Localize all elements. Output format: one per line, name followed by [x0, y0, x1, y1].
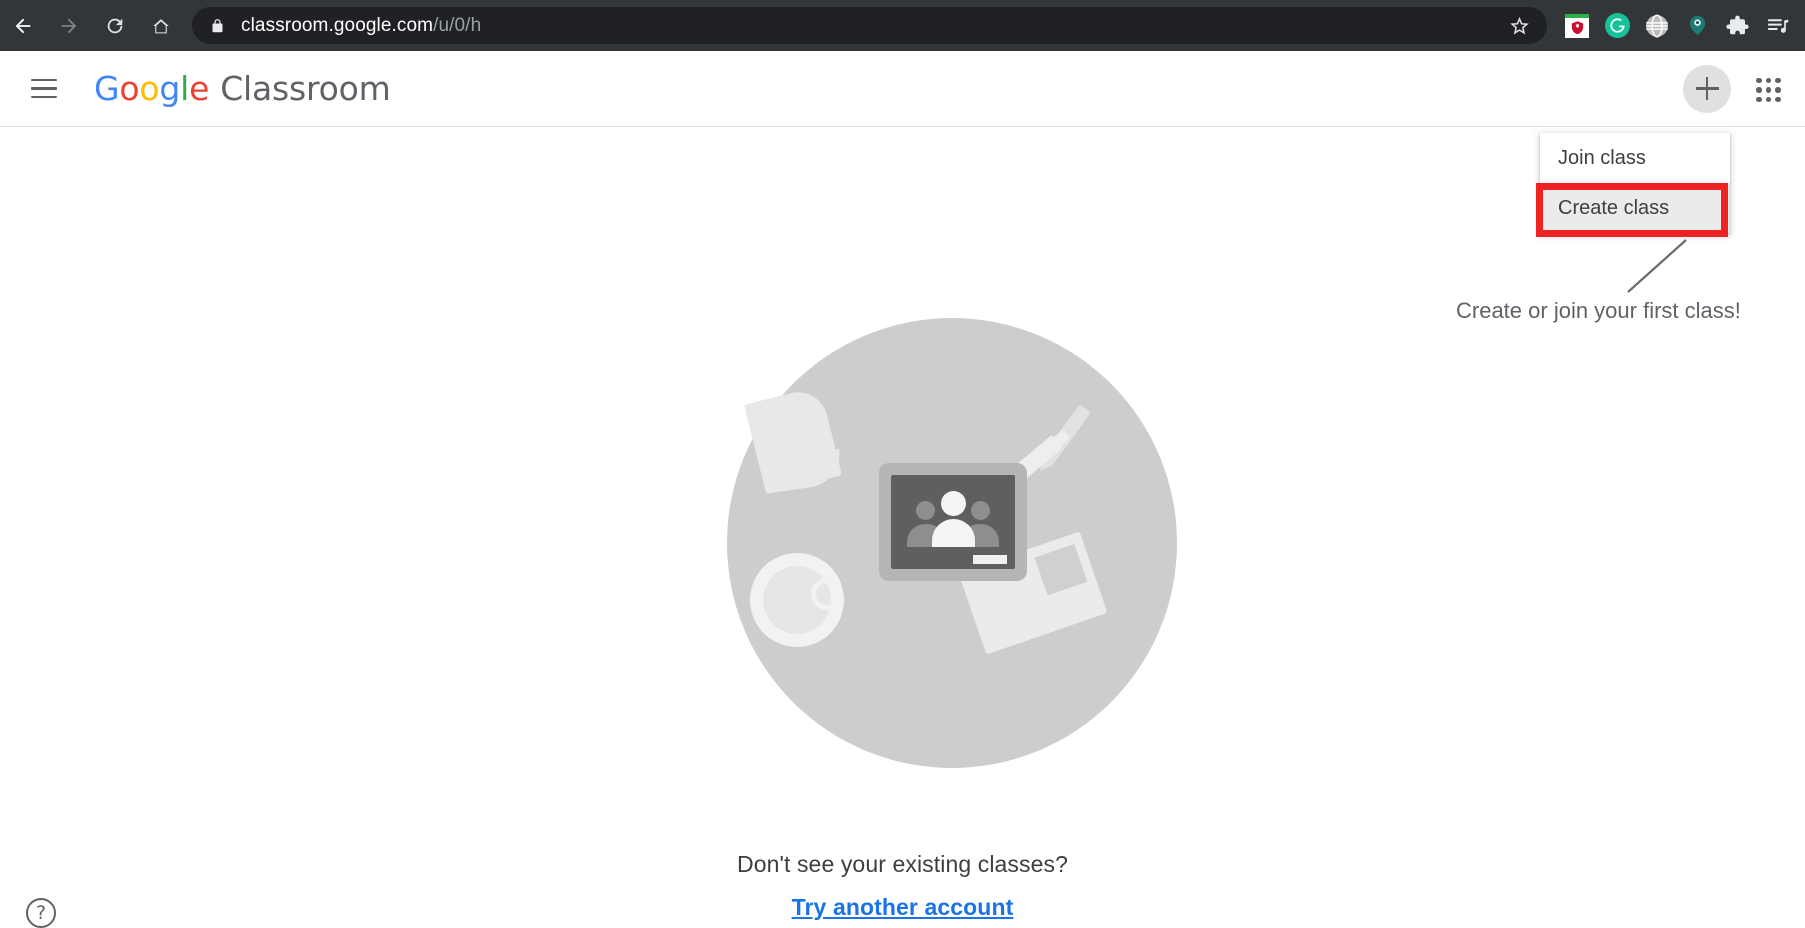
google-letter-e: e [189, 69, 210, 108]
annotation-caption: Create or join your first class! [1456, 298, 1741, 323]
add-class-button[interactable] [1683, 64, 1731, 113]
empty-classroom-illustration [727, 318, 1177, 768]
person-center-body [932, 519, 975, 547]
back-arrow-icon [15, 18, 31, 33]
globe-icon [1646, 13, 1668, 38]
annotation-arrow-icon [1627, 239, 1687, 293]
grammarly-g-icon [1604, 13, 1630, 38]
chalk-tray [973, 555, 1007, 564]
person-right-head [971, 501, 990, 520]
apps-dot [1765, 77, 1771, 83]
try-another-account-link[interactable]: Try another account [792, 894, 1014, 921]
grammarly-extension[interactable] [1597, 6, 1637, 46]
reload-icon [107, 18, 123, 33]
apps-dot [1775, 96, 1781, 102]
apps-dot [1756, 87, 1762, 93]
main-content-area: Don't see your existing classes? Try ano… [0, 128, 1805, 928]
apps-dot [1765, 96, 1771, 102]
classroom-logo-wordmark[interactable]: Google Classroom [94, 69, 391, 108]
home-icon [153, 18, 169, 33]
apps-dot [1775, 87, 1781, 93]
menu-item-label: Create class [1558, 196, 1670, 219]
hamburger-bar [31, 87, 57, 90]
add-class-dropdown-menu: Join class Create class [1540, 133, 1730, 233]
reload-button[interactable] [92, 3, 138, 49]
google-apps-grid-icon[interactable] [1743, 65, 1791, 113]
teal-bird-extension[interactable] [1677, 6, 1717, 46]
google-letter-G: G [94, 69, 120, 108]
person-center-head [941, 491, 966, 516]
empty-state-footer: Don't see your existing classes? Try ano… [0, 851, 1805, 921]
apps-dot [1765, 87, 1771, 93]
mcafee-shield-icon [1565, 13, 1589, 38]
globe-extension[interactable] [1637, 6, 1677, 46]
google-letter-o2: o [139, 69, 160, 108]
apps-dot [1756, 96, 1762, 102]
existing-classes-question: Don't see your existing classes? [736, 851, 1069, 877]
back-button[interactable] [0, 3, 46, 49]
classroom-app-header: Google Classroom [0, 51, 1805, 127]
address-bar[interactable]: classroom.google.com/u/0/h [192, 7, 1547, 44]
bookmark-star-icon[interactable] [1505, 12, 1533, 40]
menu-item-label: Join class [1558, 146, 1646, 169]
illustration-folder-label [1034, 543, 1088, 596]
google-letter-o1: o [119, 69, 140, 108]
lock-icon [210, 17, 225, 35]
plus-icon [1705, 77, 1709, 100]
url-text: classroom.google.com/u/0/h [241, 14, 482, 36]
menu-item-create-class[interactable]: Create class [1540, 183, 1730, 233]
hamburger-menu-icon[interactable] [20, 65, 68, 113]
classroom-board-logo [879, 463, 1027, 581]
classroom-board [891, 475, 1015, 569]
google-letter-g: g [159, 69, 181, 108]
illustration-coffee-cup [763, 566, 843, 634]
product-name: Classroom [220, 69, 391, 108]
help-circle-icon[interactable]: ? [26, 898, 56, 928]
forward-arrow-icon [61, 18, 77, 33]
mcafee-webadvisor-extension[interactable] [1557, 6, 1597, 46]
teal-extension-icon [1689, 15, 1705, 36]
illustration-coffee-saucer [750, 553, 844, 647]
menu-item-join-class[interactable]: Join class [1540, 133, 1730, 183]
hamburger-bar [31, 78, 57, 82]
apps-dot [1775, 77, 1781, 83]
browser-toolbar: classroom.google.com/u/0/h [0, 0, 1805, 51]
header-actions [1683, 64, 1805, 113]
google-letter-l: l [180, 69, 190, 108]
person-left-head [916, 501, 935, 520]
extensions-puzzle-icon[interactable] [1717, 6, 1757, 46]
apps-dot [1756, 77, 1762, 83]
forward-button[interactable] [46, 3, 92, 49]
home-button[interactable] [138, 3, 184, 49]
hamburger-bar [31, 95, 57, 99]
extension-icons [1557, 6, 1805, 46]
media-playlist-icon[interactable] [1757, 6, 1797, 46]
help-glyph: ? [35, 902, 47, 924]
